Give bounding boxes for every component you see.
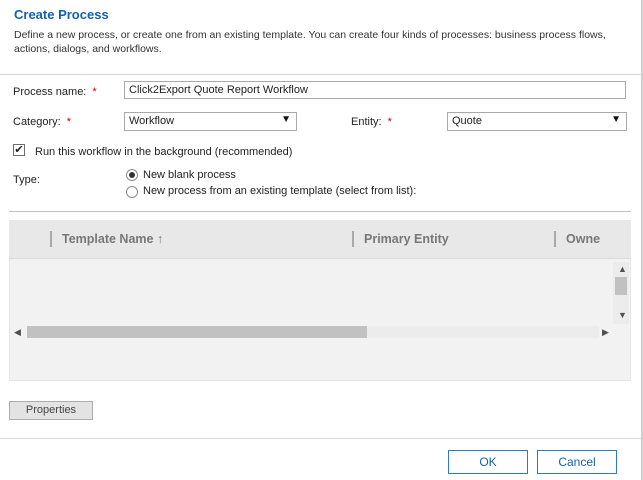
radio-new-blank-process-label: New blank process <box>143 169 236 181</box>
triangle-down-icon[interactable]: ▼ <box>618 310 627 320</box>
properties-button[interactable]: Properties <box>9 401 93 420</box>
column-separator[interactable] <box>50 231 52 247</box>
background-checkbox-label: Run this workflow in the background (rec… <box>35 146 293 158</box>
category-selected-value: Workflow <box>129 115 175 127</box>
column-header-owner[interactable]: Owne <box>566 232 626 246</box>
process-name-label: Process name: * <box>13 86 97 98</box>
dialog-title: Create Process <box>14 7 109 22</box>
entity-label: Entity: * <box>351 116 392 128</box>
required-marker: * <box>92 86 97 98</box>
process-name-label-text: Process name: <box>13 86 87 98</box>
triangle-right-icon[interactable]: ▶ <box>602 327 609 338</box>
ok-button[interactable]: OK <box>448 450 528 474</box>
required-marker: * <box>66 116 71 128</box>
entity-label-text: Entity: <box>351 116 382 128</box>
type-label: Type: <box>13 174 40 186</box>
radio-new-blank-process[interactable] <box>126 169 138 181</box>
column-separator[interactable] <box>554 231 556 247</box>
required-marker: * <box>387 116 392 128</box>
triangle-up-icon[interactable]: ▲ <box>618 264 627 274</box>
column-header-template-name[interactable]: Template Name ↑ <box>62 232 163 246</box>
column-header-primary-entity[interactable]: Primary Entity <box>364 232 449 246</box>
triangle-left-icon[interactable]: ◀ <box>14 327 21 338</box>
category-label: Category: * <box>13 116 71 128</box>
background-checkbox[interactable]: ✔ <box>13 144 25 156</box>
radio-from-template-label: New process from an existing template (s… <box>143 185 417 197</box>
category-select[interactable]: Workflow ▼ <box>124 112 297 131</box>
caret-down-icon: ▼ <box>281 114 291 125</box>
header-divider <box>0 74 641 75</box>
footer-divider <box>0 438 641 439</box>
radio-from-template[interactable] <box>126 186 138 198</box>
column-separator[interactable] <box>352 231 354 247</box>
horizontal-scroll-thumb[interactable] <box>27 326 367 338</box>
vertical-scroll-thumb[interactable] <box>615 277 627 295</box>
entity-selected-value: Quote <box>452 115 482 127</box>
cancel-button[interactable]: Cancel <box>537 450 617 474</box>
check-icon: ✔ <box>14 144 24 156</box>
category-label-text: Category: <box>13 116 61 128</box>
dialog-description: Define a new process, or create one from… <box>14 29 606 55</box>
section-divider <box>9 211 631 212</box>
entity-select[interactable]: Quote ▼ <box>447 112 627 131</box>
process-name-input[interactable] <box>124 81 626 99</box>
caret-down-icon: ▼ <box>611 114 621 125</box>
